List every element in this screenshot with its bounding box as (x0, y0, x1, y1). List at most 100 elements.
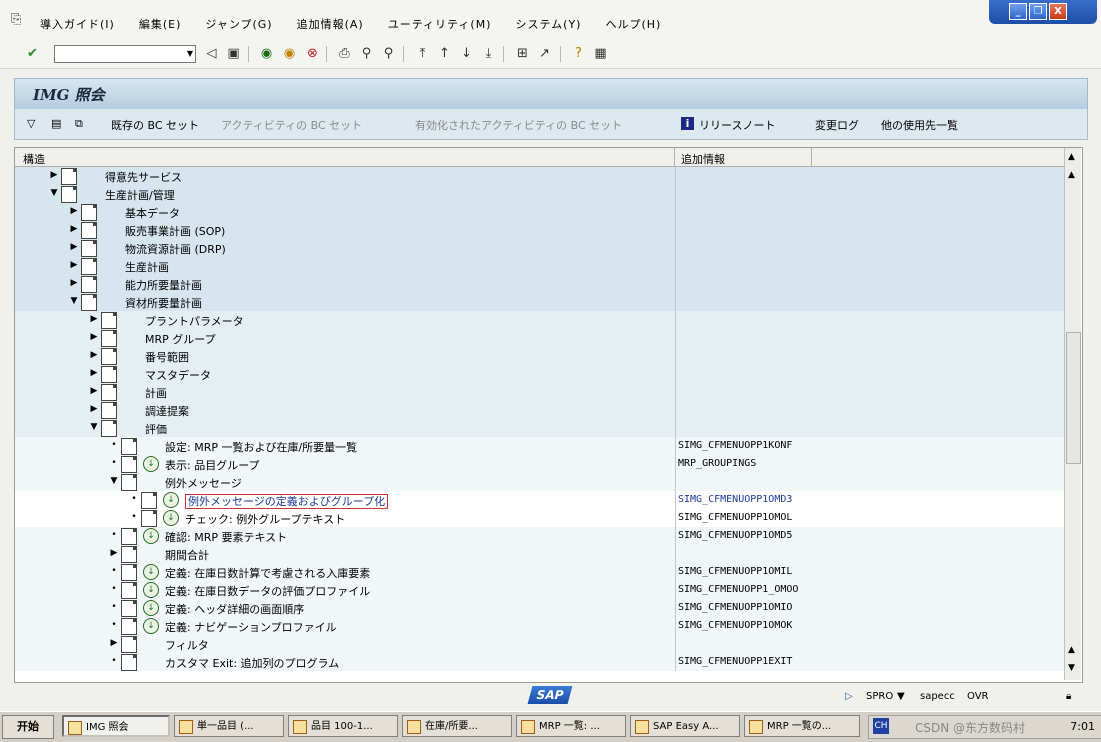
release-notes-button[interactable]: リリースノート (699, 117, 775, 133)
collapse-icon[interactable]: ▼ (69, 296, 79, 306)
where-used-icon[interactable]: ⧉ (75, 117, 83, 131)
expand-icon[interactable]: ▶ (69, 260, 79, 270)
scroll-bottom-icon[interactable]: ▼ (1068, 663, 1075, 673)
tree-node-structure[interactable]: ▶ 物流資源計画 (DRP) (15, 239, 674, 257)
tree-node[interactable]: ▶ 生産計画 (15, 257, 1065, 275)
vertical-scrollbar[interactable]: ▲ ▲ ▲ ▼ (1064, 148, 1081, 680)
tree-node-label[interactable]: 定義: 在庫日数計算で考慮される入庫要素 (165, 565, 370, 581)
tree-node-structure[interactable]: • ↓ 定義: 在庫日数計算で考慮される入庫要素 (15, 563, 674, 581)
tree-node-structure[interactable]: ▼ 評価 (15, 419, 674, 437)
task-mrp[interactable]: MRP 一覧: ... (516, 715, 626, 737)
menu-extras[interactable]: 追加情報(A) (297, 16, 364, 32)
first-page-icon[interactable]: ⤒ (414, 45, 431, 62)
documentation-icon[interactable] (121, 474, 137, 491)
collapse-icon[interactable]: ▼ (109, 476, 119, 486)
task-img[interactable]: IMG 照会 (62, 715, 170, 737)
tree-node-label[interactable]: 確認: MRP 要素テキスト (165, 529, 287, 545)
scroll-down-icon[interactable]: ▲ (1068, 645, 1075, 655)
tree-node-label[interactable]: 資材所要量計画 (125, 295, 202, 311)
expand-icon[interactable]: ▶ (89, 368, 99, 378)
tree-node-structure[interactable]: • ↓ 定義: ナビゲーションプロファイル (15, 617, 674, 635)
scroll-top-icon[interactable]: ▲ (1068, 152, 1075, 162)
documentation-icon[interactable] (81, 294, 97, 311)
menu-img[interactable]: 導入ガイド(I) (40, 16, 115, 32)
tree-node-label[interactable]: 例外メッセージの定義およびグループ化 (185, 493, 389, 509)
expand-icon[interactable]: ▶ (109, 638, 119, 648)
tree-node-label[interactable]: 生産計画 (125, 259, 169, 275)
expand-icon[interactable]: ▶ (89, 404, 99, 414)
where-used-list-button[interactable]: 他の使用先一覧 (881, 117, 958, 133)
documentation-icon[interactable] (121, 600, 137, 617)
tree-node[interactable]: • ↓ 定義: ナビゲーションプロファイル SIMG_CFMENUOPP1OMOK (15, 617, 1065, 635)
close-button[interactable]: X (1049, 3, 1067, 20)
menu-edit[interactable]: 編集(E) (139, 16, 182, 32)
tree-node[interactable]: ▼ 資材所要量計画 (15, 293, 1065, 311)
previous-page-icon[interactable]: ↑ (436, 45, 453, 62)
scroll-up-icon[interactable]: ▲ (1068, 170, 1075, 180)
menu-goto[interactable]: ジャンプ(G) (205, 16, 272, 32)
execute-activity-icon[interactable]: ↓ (163, 492, 179, 508)
status-expand-icon[interactable]: ▷ (845, 691, 853, 702)
tree-node-label[interactable]: 定義: ヘッダ詳細の画面順序 (165, 601, 304, 617)
header-structure[interactable]: 構造 (23, 151, 45, 167)
tree-node-structure[interactable]: ▶ フィルタ (15, 635, 674, 653)
tree-node-structure[interactable]: • ↓ 定義: ヘッダ詳細の画面順序 (15, 599, 674, 617)
enter-icon[interactable]: ✔ (24, 45, 41, 62)
menu-system[interactable]: システム(Y) (515, 16, 581, 32)
expand-icon[interactable]: ▶ (89, 314, 99, 324)
documentation-icon[interactable] (101, 420, 117, 437)
exit-icon[interactable]: ◉ (281, 45, 298, 62)
expand-icon[interactable]: ▶ (69, 206, 79, 216)
tree-node-structure[interactable]: ▶ MRP グループ (15, 329, 674, 347)
tree-node-structure[interactable]: • ↓ 確認: MRP 要素テキスト (15, 527, 674, 545)
tree-node-label[interactable]: 番号範囲 (145, 349, 189, 365)
tree-node-structure[interactable]: ▶ 基本データ (15, 203, 674, 221)
tree-node[interactable]: ▶ 計画 (15, 383, 1065, 401)
tree-node-structure[interactable]: ▶ 生産計画 (15, 257, 674, 275)
expand-icon[interactable]: ▶ (69, 224, 79, 234)
documentation-icon[interactable] (101, 402, 117, 419)
tree-node-label[interactable]: 計画 (145, 385, 167, 401)
print-icon[interactable]: ⎙ (336, 45, 353, 62)
documentation-icon[interactable] (101, 348, 117, 365)
documentation-icon[interactable] (121, 636, 137, 653)
tree-node-structure[interactable]: ▶ マスタデータ (15, 365, 674, 383)
tree-node-label[interactable]: 表示: 品目グループ (165, 457, 260, 473)
tree-node-label[interactable]: 能力所要量計画 (125, 277, 202, 293)
tree-node-structure[interactable]: ▶ 能力所要量計画 (15, 275, 674, 293)
documentation-icon[interactable] (81, 276, 97, 293)
info-icon[interactable]: i (681, 117, 694, 130)
tree-node-structure[interactable]: ▶ 調達提案 (15, 401, 674, 419)
documentation-icon[interactable] (121, 654, 137, 671)
tree-node-label[interactable]: 販売事業計画 (SOP) (125, 223, 225, 239)
tree-node-label[interactable]: 例外メッセージ (165, 475, 242, 491)
tree-node-label[interactable]: 調達提案 (145, 403, 189, 419)
tree-node-label[interactable]: マスタデータ (145, 367, 211, 383)
cancel-icon[interactable]: ⊗ (304, 45, 321, 62)
tree-node-structure[interactable]: ▶ プラントパラメータ (15, 311, 674, 329)
activity-bc-sets-button[interactable]: アクティビティの BC セット (221, 117, 362, 133)
tree-node[interactable]: ▼ 生産計画/管理 (15, 185, 1065, 203)
documentation-icon[interactable] (121, 528, 137, 545)
tree-node-structure[interactable]: ▶ 期間合計 (15, 545, 674, 563)
expand-icon[interactable]: ▶ (109, 548, 119, 558)
documentation-icon[interactable] (61, 168, 77, 185)
execute-activity-icon[interactable]: ↓ (163, 510, 179, 526)
tree-node-structure[interactable]: ▶ 販売事業計画 (SOP) (15, 221, 674, 239)
task-mrp-list[interactable]: MRP 一覧の... (744, 715, 860, 737)
tree-node[interactable]: ▶ 期間合計 (15, 545, 1065, 563)
execute-activity-icon[interactable]: ↓ (143, 456, 159, 472)
tree-node-structure[interactable]: ▶ 番号範囲 (15, 347, 674, 365)
tree-node[interactable]: ▶ マスタデータ (15, 365, 1065, 383)
tree-node-label[interactable]: チェック: 例外グループテキスト (185, 511, 345, 527)
shortcut-icon[interactable]: ↗ (536, 45, 553, 62)
expand-icon[interactable]: ▶ (49, 170, 59, 180)
tree-node-label[interactable]: MRP グループ (145, 331, 216, 347)
documentation-icon[interactable] (81, 258, 97, 275)
header-additional-info[interactable]: 追加情報 (681, 151, 725, 167)
tree-node-label[interactable]: カスタマ Exit: 追加列のプログラム (165, 655, 339, 671)
tree-node[interactable]: ▶ 番号範囲 (15, 347, 1065, 365)
collapse-icon[interactable]: ▼ (89, 422, 99, 432)
expand-icon[interactable]: ▶ (69, 242, 79, 252)
tree-node[interactable]: ▶ 基本データ (15, 203, 1065, 221)
